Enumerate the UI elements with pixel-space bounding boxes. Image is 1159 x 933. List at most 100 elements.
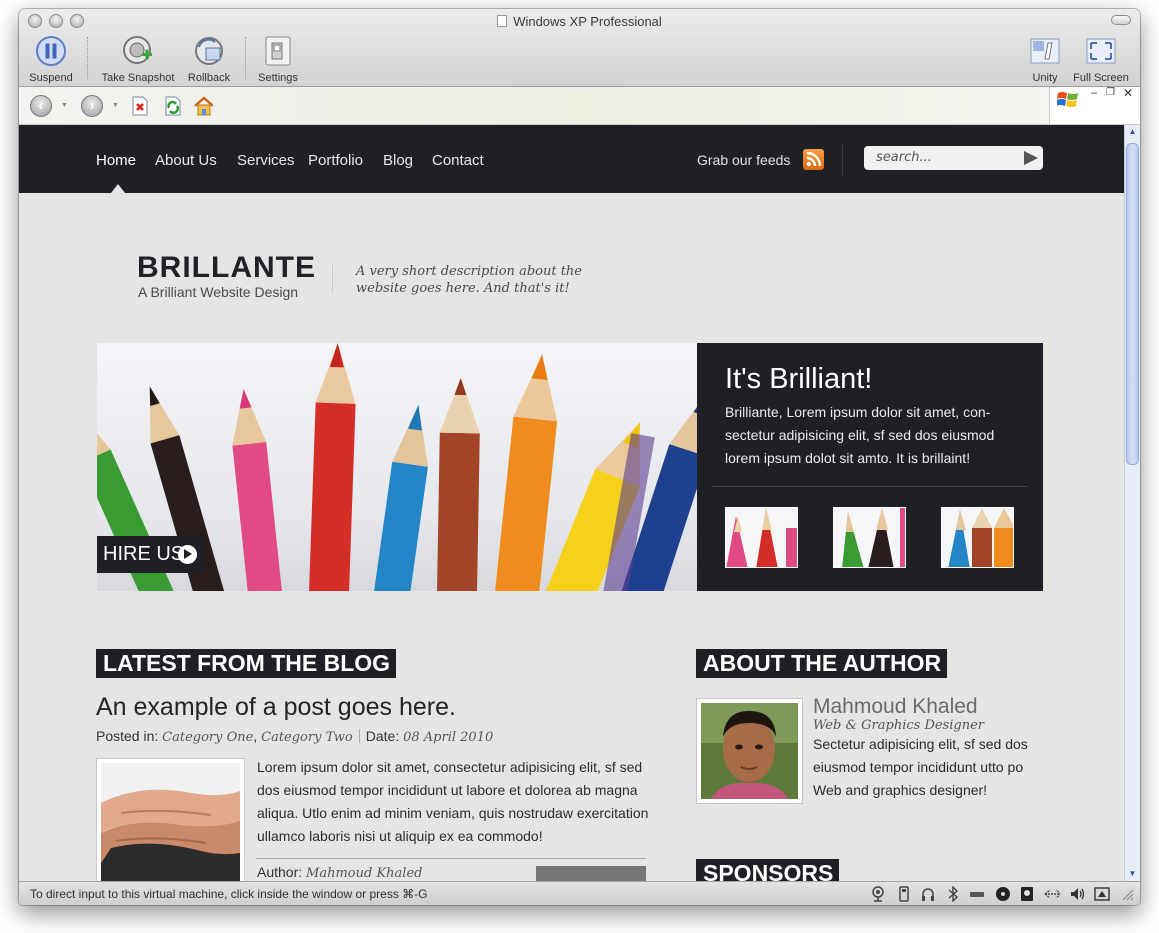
nav-portfolio[interactable]: Portfolio <box>308 152 363 169</box>
take-snapshot-label: Take Snapshot <box>101 72 175 84</box>
guest-restore-button[interactable]: ❐ <box>1106 87 1115 98</box>
posted-in-label: Posted in: <box>96 728 159 744</box>
author-label: Author: <box>257 864 303 880</box>
unity-label: Unity <box>1032 72 1058 84</box>
post-date: 08 April 2010 <box>403 730 494 745</box>
pause-icon <box>35 35 67 67</box>
vm-window: Windows XP Professional Suspend Take Sna… <box>19 9 1140 905</box>
post-author-name[interactable]: Mahmoud Khaled <box>306 866 422 881</box>
search-placeholder: search... <box>876 150 932 165</box>
full-screen-label: Full Screen <box>1073 72 1129 84</box>
author-portrait-image <box>701 703 798 799</box>
slide-thumbnail[interactable] <box>725 507 798 568</box>
date-label: Date: <box>365 728 400 744</box>
nav-about-us[interactable]: About Us <box>155 152 217 169</box>
scroll-down-icon[interactable]: ▼ <box>1126 867 1139 881</box>
slide-thumbnail[interactable] <box>833 507 906 568</box>
refresh-icon[interactable] <box>163 95 183 117</box>
post-meta: Posted in: Category One, Category Two Dat… <box>96 728 493 745</box>
snapshot-icon <box>122 35 154 67</box>
home-icon[interactable] <box>193 95 213 117</box>
nav-home[interactable]: Home <box>96 152 136 169</box>
usb-icon[interactable] <box>896 886 912 902</box>
floppy-drive-icon[interactable] <box>1019 886 1035 902</box>
suspend-label: Suspend <box>29 72 73 84</box>
play-arrow-icon <box>178 545 197 564</box>
windows-logo-icon <box>1057 92 1078 107</box>
hands-image <box>101 763 240 881</box>
nav-contact[interactable]: Contact <box>432 152 484 169</box>
headphones-icon[interactable] <box>920 886 936 902</box>
settings-label: Settings <box>258 72 298 84</box>
toolbar-separator <box>87 37 88 79</box>
back-button[interactable]: ‹ <box>30 95 52 117</box>
search-input[interactable]: search... <box>864 146 1043 170</box>
scrollbar-thumb[interactable] <box>1126 143 1139 465</box>
active-nav-pointer <box>111 184 125 193</box>
shared-folders-icon[interactable] <box>1094 886 1110 902</box>
resize-grip-icon[interactable] <box>1119 886 1135 902</box>
rss-icon[interactable] <box>803 149 824 170</box>
post-divider <box>256 858 646 859</box>
rollback-button[interactable]: Rollback <box>185 35 233 84</box>
hero-panel-text: Brilliante, Lorem ipsum dolor sit amet, … <box>725 404 995 466</box>
hero-image: HIRE US <box>97 343 697 591</box>
nav-blog[interactable]: Blog <box>383 152 413 169</box>
take-snapshot-button[interactable]: Take Snapshot <box>96 35 180 84</box>
meta-separator <box>358 729 360 743</box>
author-name[interactable]: Mahmoud Khaled <box>813 695 978 719</box>
hire-us-button[interactable]: HIRE US <box>97 536 205 573</box>
nav-services[interactable]: Services <box>237 152 295 169</box>
suspend-button[interactable]: Suspend <box>25 35 77 84</box>
post-author: Author: Mahmoud Khaled <box>257 864 422 881</box>
status-bar: To direct input to this virtual machine,… <box>19 881 1140 905</box>
logo-divider <box>332 265 333 293</box>
vertical-scrollbar[interactable]: ▲ ▼ <box>1124 125 1140 881</box>
webcam-icon[interactable] <box>870 886 886 902</box>
speaker-icon[interactable] <box>1069 886 1085 902</box>
rollback-icon <box>193 35 225 67</box>
back-dropdown-icon[interactable]: ▼ <box>61 102 68 109</box>
unity-button[interactable]: Unity <box>1025 35 1065 84</box>
hero-panel: It's Brilliant! Brilliante, Lorem ipsum … <box>697 343 1043 591</box>
author-role: Web & Graphics Designer <box>813 718 984 733</box>
cd-drive-icon[interactable] <box>995 886 1011 902</box>
site-description: A very short description about the websi… <box>356 264 582 296</box>
post-title[interactable]: An example of a post goes here. <box>96 693 456 722</box>
toolbar-separator <box>245 37 246 79</box>
guest-minimize-button[interactable]: – <box>1091 87 1097 99</box>
full-screen-icon <box>1085 35 1117 67</box>
hero-panel-divider <box>712 486 1028 487</box>
site-logo-title[interactable]: BRILLANTE <box>137 251 316 285</box>
post-excerpt: Lorem ipsum dolor sit amet, consectetur … <box>257 759 649 844</box>
settings-button[interactable]: Settings <box>254 35 302 84</box>
full-screen-button[interactable]: Full Screen <box>1069 35 1133 84</box>
forward-dropdown-icon[interactable]: ▼ <box>112 102 119 109</box>
category-link[interactable]: Category Two <box>261 730 353 745</box>
search-arrow-icon[interactable] <box>1024 151 1038 165</box>
bluetooth-icon[interactable] <box>945 886 961 902</box>
category-link[interactable]: Category One <box>162 730 253 745</box>
network-icon[interactable] <box>1044 886 1060 902</box>
nav-divider <box>842 145 843 175</box>
author-avatar <box>696 698 803 804</box>
hero-panel-title: It's Brilliant! <box>725 363 873 395</box>
status-message: To direct input to this virtual machine,… <box>30 887 428 901</box>
hire-us-label: HIRE US <box>103 543 185 565</box>
guest-close-button[interactable]: ✕ <box>1123 86 1133 100</box>
author-bio: Sectetur adipisicing elit, sf sed dos ei… <box>813 736 1028 798</box>
post-thumbnail[interactable] <box>96 758 245 881</box>
category-comma: , <box>253 728 258 744</box>
forward-button[interactable]: › <box>81 95 103 117</box>
toolbar-toggle-button[interactable] <box>1111 15 1131 25</box>
scroll-up-icon[interactable]: ▲ <box>1126 125 1139 139</box>
read-more-button[interactable] <box>536 866 646 881</box>
settings-switch-icon <box>262 35 294 67</box>
website-viewport[interactable]: Home About Us Services Portfolio Blog Co… <box>19 125 1124 881</box>
sponsors-section-heading: SPONSORS <box>696 859 840 881</box>
hard-disk-icon[interactable] <box>969 886 985 902</box>
slide-thumbnail[interactable] <box>941 507 1014 568</box>
feeds-label[interactable]: Grab our feeds <box>697 152 790 168</box>
stop-icon[interactable] <box>130 95 150 117</box>
title-bar: Windows XP Professional Suspend Take Sna… <box>19 9 1140 87</box>
